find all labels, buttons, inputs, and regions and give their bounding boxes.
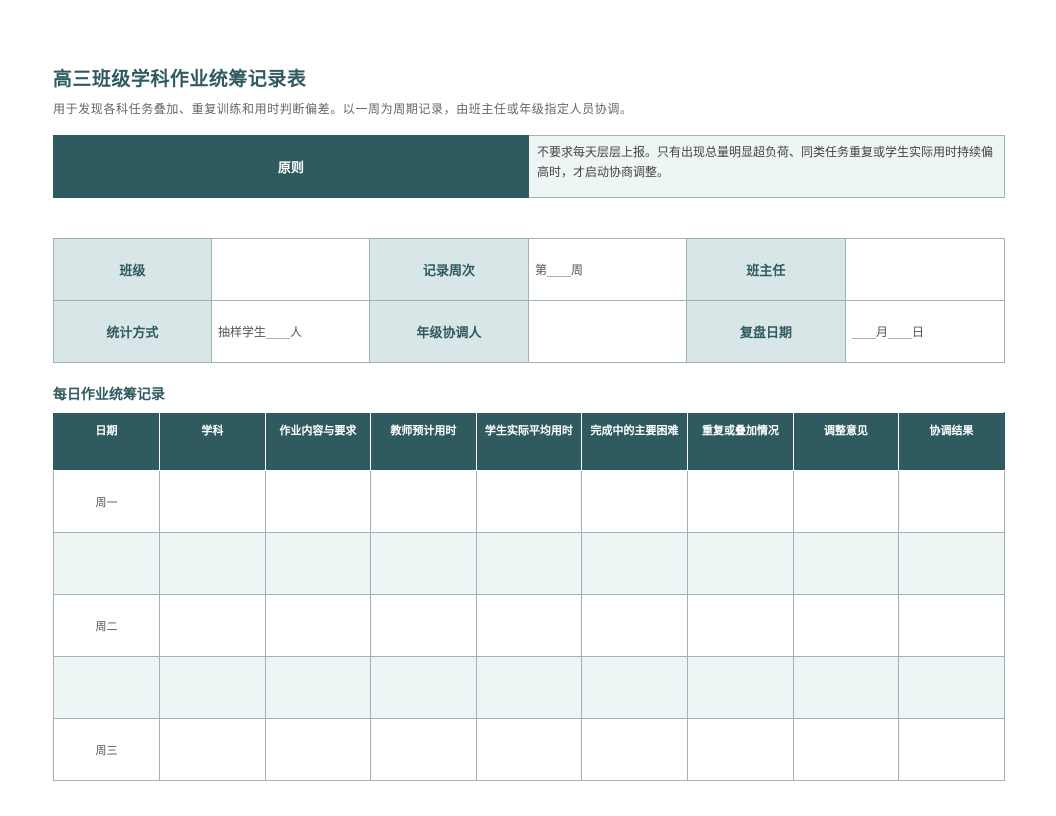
column-header: 完成中的主要困难 (581, 412, 688, 471)
table-cell[interactable] (476, 532, 582, 595)
table-cell[interactable] (476, 594, 582, 657)
table-cell[interactable] (476, 718, 582, 781)
table-cell[interactable] (265, 532, 371, 595)
table-cell[interactable] (687, 532, 794, 595)
homework-log-table: 日期 学科 作业内容与要求 教师预计用时 学生实际平均用时 完成中的主要困难 重… (53, 412, 1005, 781)
table-cell[interactable] (159, 656, 266, 719)
column-header: 学生实际平均用时 (476, 412, 582, 471)
coordinator-label: 年级协调人 (369, 300, 529, 363)
table-cell[interactable] (370, 594, 477, 657)
head-teacher-field[interactable] (845, 238, 1005, 301)
review-date-field[interactable]: ____月____日 (845, 300, 1005, 363)
week-field[interactable]: 第____周 (528, 238, 687, 301)
table-cell[interactable] (581, 718, 688, 781)
table-cell[interactable] (898, 594, 1005, 657)
column-header: 重复或叠加情况 (687, 412, 794, 471)
method-field[interactable]: 抽样学生____人 (211, 300, 370, 363)
method-label: 统计方式 (53, 300, 212, 363)
table-row: 周二 (53, 594, 1005, 657)
table-cell[interactable] (370, 470, 477, 533)
table-cell[interactable] (581, 470, 688, 533)
column-header: 教师预计用时 (370, 412, 477, 471)
day-cell: 周三 (53, 718, 160, 781)
table-cell[interactable] (581, 656, 688, 719)
table-cell[interactable] (370, 718, 477, 781)
table-cell[interactable] (793, 656, 899, 719)
coordinator-field[interactable] (528, 300, 687, 363)
column-header: 学科 (159, 412, 266, 471)
table-row (53, 656, 1005, 719)
table-cell[interactable] (265, 656, 371, 719)
table-cell[interactable] (581, 594, 688, 657)
table-cell[interactable] (898, 532, 1005, 595)
table-cell[interactable] (265, 470, 371, 533)
review-date-label: 复盘日期 (686, 300, 846, 363)
day-cell (53, 532, 160, 595)
column-header: 作业内容与要求 (265, 412, 371, 471)
table-cell[interactable] (687, 718, 794, 781)
table-cell[interactable] (793, 532, 899, 595)
table-cell[interactable] (687, 594, 794, 657)
week-label: 记录周次 (369, 238, 529, 301)
day-cell (53, 656, 160, 719)
day-cell: 周二 (53, 594, 160, 657)
principle-text: 不要求每天层层上报。只有出现总量明显超负荷、同类任务重复或学生实际用时持续偏高时… (528, 135, 1005, 198)
table-cell[interactable] (370, 532, 477, 595)
class-field[interactable] (211, 238, 370, 301)
table-cell[interactable] (265, 718, 371, 781)
table-cell[interactable] (159, 718, 266, 781)
header-row: 日期 学科 作业内容与要求 教师预计用时 学生实际平均用时 完成中的主要困难 重… (53, 412, 1005, 471)
table-row: 周三 (53, 718, 1005, 781)
page-subtitle: 用于发现各科任务叠加、重复训练和用时判断偏差。以一周为周期记录，由班主任或年级指… (53, 102, 633, 116)
table-cell[interactable] (793, 470, 899, 533)
column-header: 协调结果 (898, 412, 1005, 471)
head-teacher-label: 班主任 (686, 238, 846, 301)
column-header: 日期 (53, 412, 160, 471)
class-label: 班级 (53, 238, 212, 301)
day-cell: 周一 (53, 470, 160, 533)
table-cell[interactable] (581, 532, 688, 595)
table-cell[interactable] (159, 470, 266, 533)
table-cell[interactable] (687, 656, 794, 719)
table-cell[interactable] (898, 470, 1005, 533)
section-title: 每日作业统筹记录 (53, 387, 165, 403)
table-cell[interactable] (687, 470, 794, 533)
table-cell[interactable] (159, 594, 266, 657)
table-cell[interactable] (793, 718, 899, 781)
info-table: 班级 记录周次 第____周 班主任 统计方式 抽样学生____人 年级协调人 … (53, 238, 1005, 363)
table-row: 周一 (53, 470, 1005, 533)
table-row (53, 532, 1005, 595)
table-cell[interactable] (265, 594, 371, 657)
principle-label: 原则 (53, 135, 529, 198)
column-header: 调整意见 (793, 412, 899, 471)
table-cell[interactable] (476, 656, 582, 719)
table-cell[interactable] (898, 656, 1005, 719)
table-cell[interactable] (898, 718, 1005, 781)
table-cell[interactable] (159, 532, 266, 595)
page-title: 高三班级学科作业统筹记录表 (53, 68, 307, 90)
principle-table: 原则 不要求每天层层上报。只有出现总量明显超负荷、同类任务重复或学生实际用时持续… (53, 135, 1005, 198)
table-cell[interactable] (793, 594, 899, 657)
table-cell[interactable] (476, 470, 582, 533)
table-cell[interactable] (370, 656, 477, 719)
